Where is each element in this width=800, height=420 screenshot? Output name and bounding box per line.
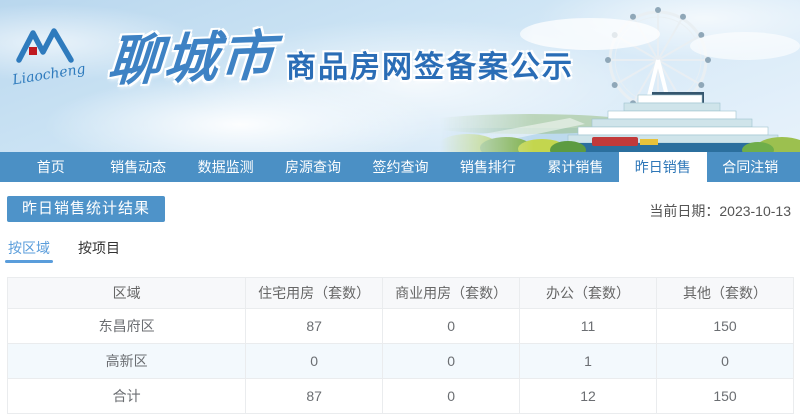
value-cell: 150 [657, 379, 794, 414]
section-title-badge: 昨日销售统计结果 [7, 196, 165, 222]
site-title: 商品房网签备案公示 [286, 42, 574, 86]
nav-item-link[interactable]: 房源查询 [269, 152, 356, 182]
content: 昨日销售统计结果 当前日期：2023-10-13 按区域按项目 区域住宅用房（套… [0, 196, 800, 414]
current-date-label: 当前日期：2023-10-13 [649, 201, 791, 221]
nav-item-link[interactable]: 销售动态 [94, 152, 181, 182]
value-cell: 0 [383, 309, 520, 344]
region-cell: 高新区 [8, 344, 246, 379]
section-head: 昨日销售统计结果 当前日期：2023-10-13 [7, 196, 793, 222]
site-brand: Liaocheng 聊城市 商品房网签备案公示 [16, 26, 574, 90]
table-header-row: 区域住宅用房（套数）商业用房（套数）办公（套数）其他（套数） [8, 278, 794, 309]
cloud-graphic [690, 32, 800, 60]
value-cell: 0 [383, 379, 520, 414]
table-row: 东昌府区87011150 [8, 309, 794, 344]
value-cell: 0 [383, 344, 520, 379]
column-header: 区域 [8, 278, 246, 309]
tab-active[interactable]: 按区域 [7, 232, 51, 263]
value-cell: 0 [657, 344, 794, 379]
nav-item-link[interactable]: 首页 [7, 152, 94, 182]
nav-item-link[interactable]: 数据监测 [182, 152, 269, 182]
nav-item-link[interactable]: 销售排行 [444, 152, 531, 182]
value-cell: 87 [246, 309, 383, 344]
main-nav-inner: 首页销售动态数据监测房源查询签约查询销售排行累计销售昨日销售合同注销 [7, 152, 794, 182]
mountain-m-icon [16, 26, 74, 64]
nav-item-active[interactable]: 昨日销售 [619, 152, 706, 182]
nav-item-link[interactable]: 累计销售 [532, 152, 619, 182]
value-cell: 0 [246, 344, 383, 379]
table-row: 合计87012150 [8, 379, 794, 414]
tab-inactive[interactable]: 按项目 [77, 232, 121, 263]
column-header: 办公（套数） [520, 278, 657, 309]
main-nav: 首页销售动态数据监测房源查询签约查询销售排行累计销售昨日销售合同注销 [0, 152, 800, 182]
value-cell: 1 [520, 344, 657, 379]
value-cell: 11 [520, 309, 657, 344]
page: Liaocheng 聊城市 商品房网签备案公示 首页销售动态数据监测房源查询签约… [0, 0, 800, 420]
column-header: 其他（套数） [657, 278, 794, 309]
view-tabs: 按区域按项目 [7, 232, 793, 263]
value-cell: 150 [657, 309, 794, 344]
region-cell: 合计 [8, 379, 246, 414]
nav-item-link[interactable]: 合同注销 [707, 152, 794, 182]
column-header: 商业用房（套数） [383, 278, 520, 309]
value-cell: 12 [520, 379, 657, 414]
region-cell: 东昌府区 [8, 309, 246, 344]
nav-item-link[interactable]: 签约查询 [357, 152, 444, 182]
brand-calligraphy: 聊城市 [106, 25, 278, 93]
sales-table: 区域住宅用房（套数）商业用房（套数）办公（套数）其他（套数） 东昌府区87011… [7, 277, 794, 414]
table-body: 东昌府区87011150高新区0010合计87012150 [8, 309, 794, 414]
column-header: 住宅用房（套数） [246, 278, 383, 309]
site-logo: Liaocheng [16, 26, 108, 81]
value-cell: 87 [246, 379, 383, 414]
header-banner: Liaocheng 聊城市 商品房网签备案公示 [0, 0, 800, 152]
table-row: 高新区0010 [8, 344, 794, 379]
